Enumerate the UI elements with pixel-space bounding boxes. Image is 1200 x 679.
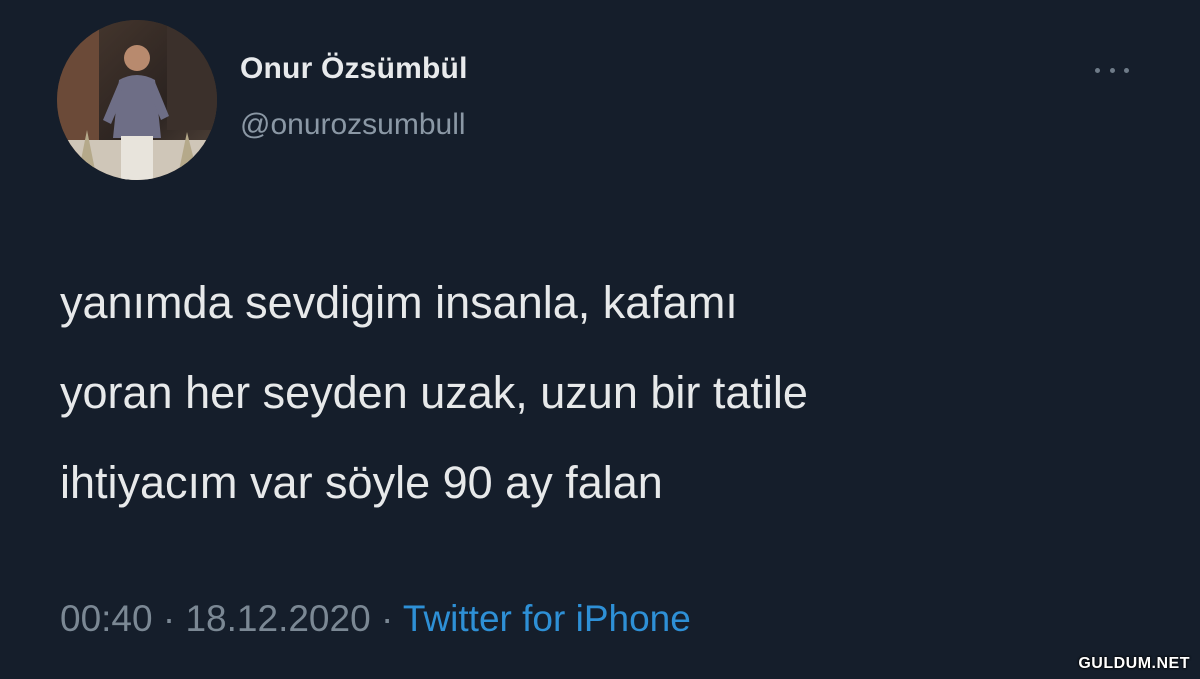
more-dot (1095, 67, 1100, 73)
tweet-date[interactable]: 18.12.2020 (185, 598, 370, 639)
tweet-text-line: yoran her seyden uzak, uzun bir tatile (60, 367, 808, 418)
meta-separator: · (162, 598, 176, 639)
tweet-text-line: ihtiyacım var söyle 90 ay falan (60, 457, 663, 508)
tweet-text-line: yanımda sevdigim insanla, kafamı (60, 277, 738, 328)
tweet-source-link[interactable]: Twitter for iPhone (403, 598, 691, 639)
more-dot (1109, 67, 1115, 73)
more-options-icon[interactable] (1092, 58, 1132, 82)
author-display-name[interactable]: Onur Özsümbül (240, 52, 468, 86)
tweet-time[interactable]: 00:40 (60, 598, 153, 639)
avatar-photo (57, 20, 217, 180)
watermark: GULDUM.NET (1078, 655, 1190, 672)
meta-separator: · (380, 598, 394, 639)
tweet-text: yanımda sevdigim insanla, kafamı yoran h… (60, 258, 1160, 528)
tweet-meta: 00:40 · 18.12.2020 · Twitter for iPhone (60, 598, 691, 640)
tweet-card: Onur Özsümbül @onurozsumbull yanımda sev… (0, 0, 1200, 679)
author-handle[interactable]: @onurozsumbull (240, 108, 466, 142)
more-dot (1124, 67, 1129, 73)
author-avatar[interactable] (57, 20, 217, 180)
